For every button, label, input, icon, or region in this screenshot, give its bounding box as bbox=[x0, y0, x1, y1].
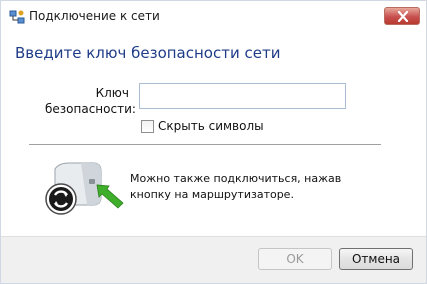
title-bar: Подключение к сети bbox=[1, 1, 426, 32]
network-icon bbox=[9, 9, 25, 25]
separator bbox=[29, 144, 381, 145]
ok-button[interactable]: OK bbox=[258, 248, 332, 270]
window-title: Подключение к сети bbox=[29, 9, 160, 23]
connect-dialog: Подключение к сети Введите ключ безопасн… bbox=[0, 0, 427, 284]
hide-characters-checkbox[interactable] bbox=[141, 120, 154, 133]
wps-hint-text: Можно также подключиться, нажав кнопку н… bbox=[130, 172, 342, 201]
security-key-label: Ключ безопасности: bbox=[45, 86, 136, 116]
close-icon bbox=[397, 11, 409, 22]
cancel-button[interactable]: Отмена bbox=[339, 248, 413, 270]
close-button[interactable] bbox=[384, 7, 420, 25]
button-bar: OK Отмена bbox=[1, 236, 426, 283]
hide-characters-label[interactable]: Скрыть символы bbox=[158, 119, 264, 133]
router-wps-icon bbox=[37, 157, 127, 217]
security-key-input[interactable] bbox=[139, 83, 346, 109]
page-title: Введите ключ безопасности сети bbox=[15, 44, 281, 62]
